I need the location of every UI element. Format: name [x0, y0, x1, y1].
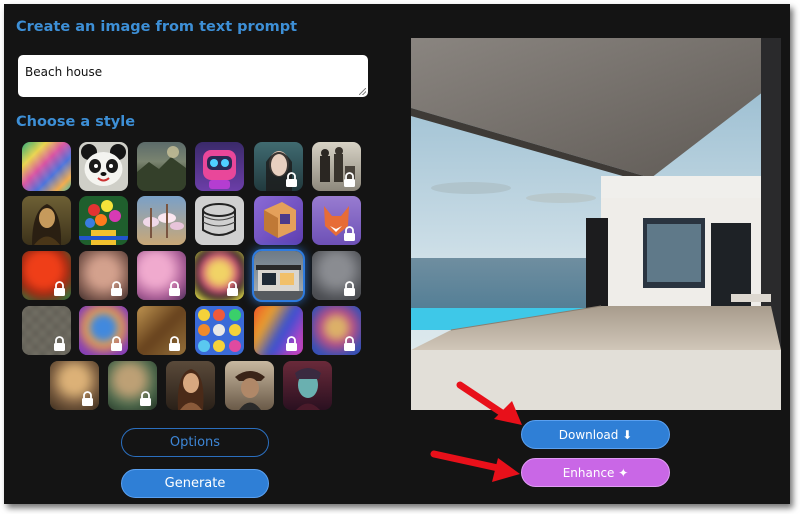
- lock-icon: [344, 281, 355, 296]
- style-tile-pop-art[interactable]: [195, 251, 244, 300]
- panda-icon: [81, 144, 126, 186]
- ballet-icon: [143, 204, 184, 238]
- lock-icon: [169, 336, 180, 351]
- flowers-icon: [79, 200, 128, 245]
- isometric-room-icon: [264, 202, 296, 238]
- resize-handle[interactable]: [359, 88, 366, 95]
- style-tile-mona-lisa[interactable]: [22, 196, 71, 245]
- renaissance-portrait-icon: [177, 369, 204, 410]
- emoji-grid-icon: [198, 309, 241, 352]
- style-tile-gray[interactable]: [312, 251, 361, 300]
- texture: [22, 142, 71, 191]
- style-tile-colorful-wave[interactable]: [254, 306, 303, 355]
- lock-icon: [227, 281, 238, 296]
- mona-lisa-icon: [32, 204, 62, 245]
- style-tile-red-figure[interactable]: [22, 251, 71, 300]
- prompt-input[interactable]: Beach house: [18, 55, 368, 97]
- style-tile-elf-man[interactable]: [283, 361, 332, 410]
- generated-image: [411, 38, 781, 410]
- style-tile-painting[interactable]: [312, 306, 361, 355]
- elf-man-icon: [295, 368, 321, 410]
- beach-house-image: [411, 38, 781, 410]
- style-tile-fox[interactable]: [312, 196, 361, 245]
- style-tile-ink-sketch[interactable]: [195, 196, 244, 245]
- style-tile-cartoon-cat[interactable]: [79, 306, 128, 355]
- style-tile-brown-abstract[interactable]: [137, 306, 186, 355]
- style-section-title: Choose a style: [16, 114, 136, 130]
- modern-house-icon: [254, 265, 303, 300]
- style-tile-ballet[interactable]: [137, 196, 186, 245]
- lock-icon: [54, 336, 65, 351]
- lock-icon: [54, 281, 65, 296]
- red-arrow-icon: [456, 381, 522, 425]
- style-tile-robot[interactable]: [195, 142, 244, 191]
- lock-icon: [82, 391, 93, 406]
- style-tile-pink-abstract[interactable]: [137, 251, 186, 300]
- style-tile-panda[interactable]: [79, 142, 128, 191]
- generate-button[interactable]: Generate: [121, 469, 269, 498]
- lock-icon: [344, 226, 355, 241]
- lock-icon: [111, 281, 122, 296]
- options-button[interactable]: Options: [121, 428, 269, 457]
- enhance-button[interactable]: Enhance ✦: [521, 458, 670, 487]
- style-tile-woman-portrait[interactable]: [50, 361, 99, 410]
- lock-icon: [344, 336, 355, 351]
- robot-icon: [203, 150, 236, 189]
- style-tile-forest[interactable]: [108, 361, 157, 410]
- landscape-icon: [137, 146, 186, 191]
- style-tile-isometric-room[interactable]: [254, 196, 303, 245]
- style-tile-renaissance-portrait[interactable]: [166, 361, 215, 410]
- style-tile-landscape[interactable]: [137, 142, 186, 191]
- style-tile-portrait[interactable]: [79, 251, 128, 300]
- red-arrow-icon: [430, 450, 520, 482]
- page-title: Create an image from text prompt: [16, 19, 298, 35]
- style-tile-mosaic[interactable]: [22, 306, 71, 355]
- style-tile-modern-house[interactable]: [254, 251, 303, 300]
- style-tile-pirate[interactable]: [225, 361, 274, 410]
- style-tile-portrait-girl[interactable]: [254, 142, 303, 191]
- lock-icon: [169, 281, 180, 296]
- prompt-text: Beach house: [25, 65, 103, 79]
- sketch-icon: [202, 203, 236, 236]
- style-tile-abstract-paint[interactable]: [22, 142, 71, 191]
- style-tile-emoji-icons[interactable]: [195, 306, 244, 355]
- lock-icon: [286, 172, 297, 187]
- lock-icon: [111, 336, 122, 351]
- style-tile-vintage-photo[interactable]: [312, 142, 361, 191]
- lock-icon: [344, 172, 355, 187]
- pirate-icon: [235, 371, 265, 410]
- lock-icon: [286, 336, 297, 351]
- style-tile-flowers[interactable]: [79, 196, 128, 245]
- lock-icon: [140, 391, 151, 406]
- download-button[interactable]: Download ⬇: [521, 420, 670, 449]
